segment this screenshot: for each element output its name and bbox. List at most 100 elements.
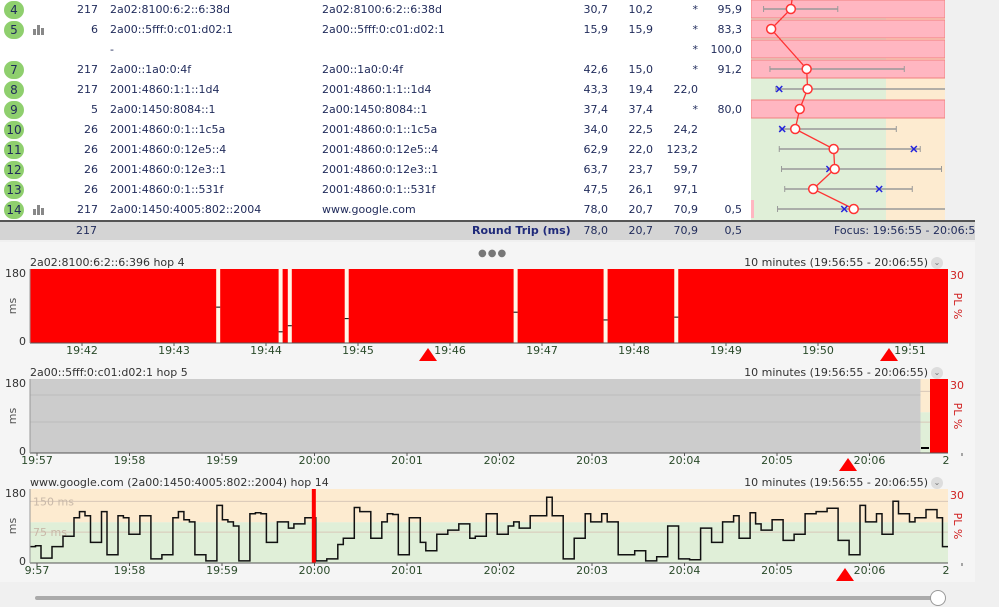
x-tick-label: 19:49 [710,344,742,357]
hostname: 2001:4860:0:12e5::4 [322,143,438,156]
x-tick-label: 19:45 [342,344,374,357]
packet-loss: 80,0 [704,103,742,116]
summary-min: 20,7 [615,224,653,237]
timeline-scrollbar[interactable] [35,596,940,600]
avg-ms: 63,7 [570,163,608,176]
packet-loss-fill [30,269,948,343]
x-tick-label: 19:59 [206,454,238,467]
x-tick-label: 19:50 [802,344,834,357]
ip-address: 2a00:1450:8084::1 [110,103,216,116]
packet-loss: 91,2 [704,63,742,76]
table-row[interactable]: - * 100,0 [0,40,750,60]
timeline-scroll-thumb[interactable] [930,590,946,606]
packet-loss-fill [930,379,948,453]
avg-latency-point [809,185,818,194]
min-ms: 22,0 [615,143,653,156]
x-tick-label: 19:58 [114,454,146,467]
avg-ms: 30,7 [570,3,608,16]
x-tick-label: 20:06 [854,454,886,467]
x-tick-label: 20:02 [484,454,516,467]
cur-ms: 70,9 [660,203,698,216]
table-row[interactable]: 10 26 2001:4860:0:1::1c5a 2001:4860:0:1::1c… [0,120,750,140]
x-tick-label: 20:01 [391,454,423,467]
x-tick-label: 19:57 [21,454,53,467]
x-tick-label: 19:42 [66,344,98,357]
x-tick-label: 19:48 [618,344,650,357]
summary-row: 217 Round Trip (ms) 78,0 20,7 70,9 0,5 F… [0,220,975,240]
avg-latency-point [830,165,839,174]
hostname: 2001:4860:0:1::531f [322,183,435,196]
loss-gap [514,269,518,343]
ip-address: - [110,43,114,56]
min-ms: 10,2 [615,3,653,16]
bar-chart-icon[interactable] [33,25,45,35]
loss-gap [288,269,292,343]
latency-summary-graph [751,0,945,220]
x-tick-label: 20:02 [484,564,516,577]
loss-gap [604,269,608,343]
avg-latency-point [786,5,795,14]
hop-number-badge: 10 [4,121,24,139]
avg-ms: 62,9 [570,143,608,156]
hop-number-badge: 7 [4,61,24,79]
table-row[interactable]: 12 26 2001:4860:0:12e3::1 2001:4860:0:12e3:… [0,160,750,180]
summary-cur: 70,9 [660,224,698,237]
hop-number-badge: 11 [4,141,24,159]
min-ms: 19,4 [615,83,653,96]
grid-label: 150 ms [33,495,74,508]
good-zone [30,522,948,563]
avg-latency-point [829,145,838,154]
loss-gap [674,269,678,343]
x-tick-label: 19:44 [250,344,282,357]
table-row[interactable]: 7 217 2a00::1a0:0:4f 2a00::1a0:0:4f 42,6 15,0… [0,60,750,80]
table-row[interactable]: 5 6 2a00::5fff:0:c01:d02:1 2a00::5fff:0:c01… [0,20,750,40]
event-marker-triangle [836,568,854,581]
hop-number-badge: 14 [4,201,24,219]
hop-number-badge: 8 [4,81,24,99]
table-row[interactable]: 8 217 2001:4860:1:1::1d4 2001:4860:1:1::1d4… [0,80,750,100]
bar-chart-icon[interactable] [33,205,45,215]
pl-max-label: 30 [950,489,964,502]
hostname: 2a00:1450:8084::1 [322,103,428,116]
hostname: 2001:4860:0:12e3::1 [322,163,438,176]
sample-count: 26 [60,163,98,176]
ip-address: 2a00::1a0:0:4f [110,63,191,76]
table-row[interactable]: 14 217 2a00:1450:4005:802::2004 www.google.… [0,200,750,220]
y-axis-title: ms [6,518,19,535]
hop-number-badge: 5 [4,21,24,39]
hostname: 2001:4860:1:1::1d4 [322,83,432,96]
x-tick-label: 20:05 [761,564,793,577]
ip-address: 2001:4860:0:1::1c5a [110,123,225,136]
cur-ms: * [660,23,698,36]
warn-zone [30,489,948,522]
x-tick-label: 20:00 [299,454,331,467]
x-tick-label: 20:03 [576,454,608,467]
min-ms: 20,7 [615,203,653,216]
cur-ms: * [660,43,698,56]
table-row[interactable]: 11 26 2001:4860:0:12e5::4 2001:4860:0:12e5:… [0,140,750,160]
pl-axis-title: PL % [951,513,964,540]
packet-loss: 100,0 [704,43,742,56]
packet-loss-bar [751,200,754,218]
splitter-grip[interactable]: ●●● [478,248,507,259]
hostname: 2a00::1a0:0:4f [322,63,403,76]
hostname: 2001:4860:0:1::1c5a [322,123,437,136]
pl-max-label: 30 [950,269,964,282]
y-axis-title: ms [6,298,19,315]
table-row[interactable]: 9 5 2a00:1450:8084::1 2a00:1450:8084::1 37,4… [0,100,750,120]
sample-count: 26 [60,123,98,136]
packet-loss-bar [751,100,945,118]
sample-count: 26 [60,183,98,196]
ip-address: 2a00::5fff:0:c01:d02:1 [110,23,233,36]
cur-ms: * [660,63,698,76]
timeline-charts: 2a02:8100:6:2::6:396 hop 4 10 minutes (19… [0,242,975,582]
timeline-chart: 150 ms75 ms1800ms30PL %19:5719:5819:5920… [0,378,975,473]
hop-number-badge: 13 [4,181,24,199]
ip-address: 2001:4860:0:12e3::1 [110,163,226,176]
x-tick-label: 20:00 [299,564,331,577]
avg-ms: 42,6 [570,63,608,76]
table-row[interactable]: 13 26 2001:4860:0:1::531f 2001:4860:0:1::53… [0,180,750,200]
hop-number-badge: 12 [4,161,24,179]
y-max-label: 180 [5,268,26,280]
table-row[interactable]: 4 217 2a02:8100:6:2::6:38d 2a02:8100:6:2::6… [0,0,750,20]
